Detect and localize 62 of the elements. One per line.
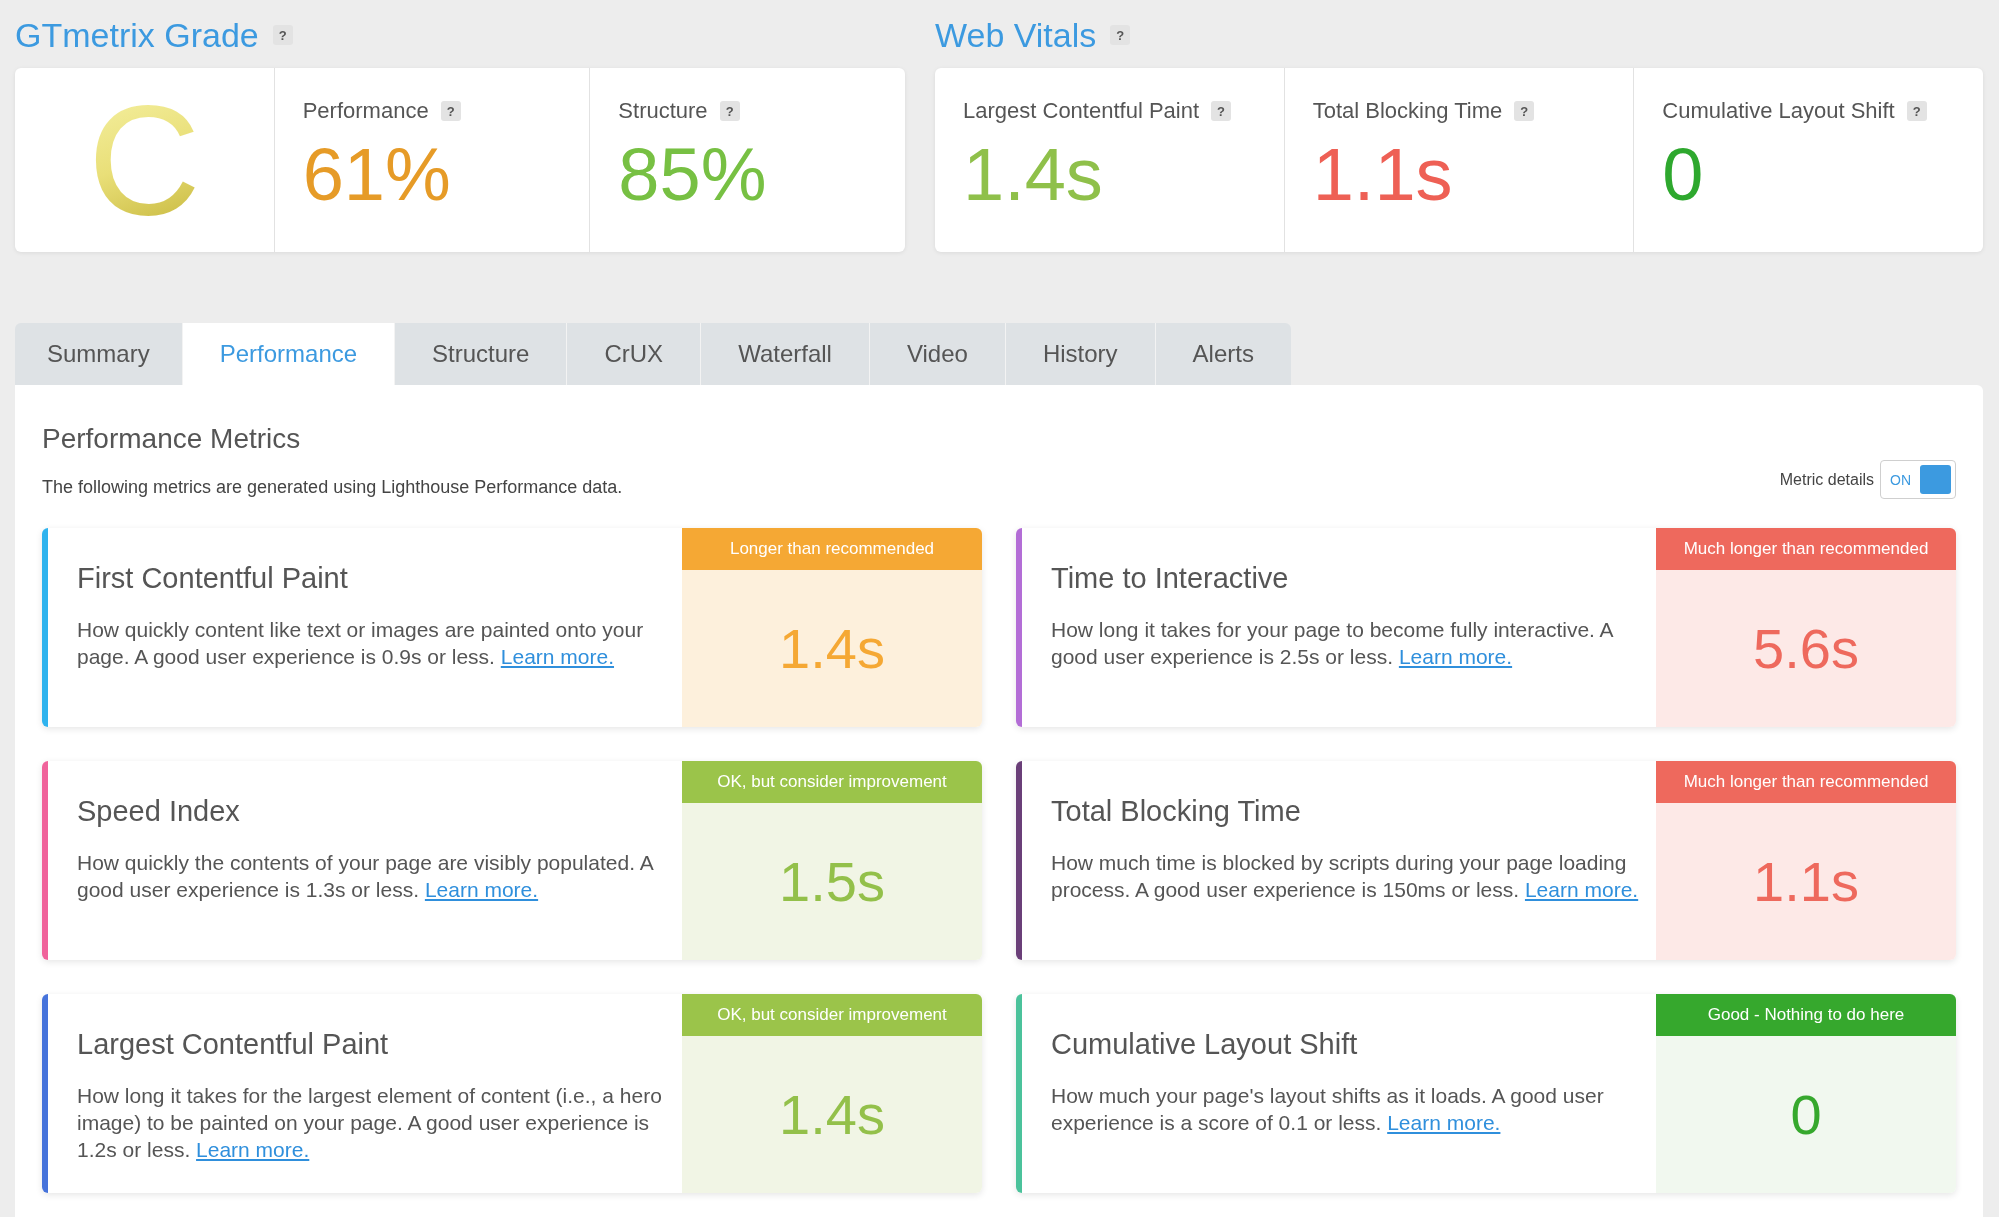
score-value: 1.1s	[1312, 136, 1453, 214]
score-label: Largest Contentful Paint	[963, 97, 1200, 125]
tab[interactable]: Waterfall	[700, 323, 869, 385]
metric-description: How quickly the contents of your page are visibly populated. A good user experience is 1.3s or less. Learn more.	[77, 850, 655, 903]
score-value: 61%	[302, 136, 451, 214]
metric-value: 0	[1790, 1083, 1822, 1146]
score-label: Structure	[618, 97, 708, 125]
metric-value: 1.1s	[1753, 850, 1859, 913]
tab[interactable]: Alerts	[1154, 323, 1291, 385]
tab[interactable]: CrUX	[566, 323, 701, 385]
metric-value: 1.4s	[779, 617, 885, 680]
metric-title: Largest Contentful Paint	[77, 1027, 390, 1061]
help-button[interactable]: ?	[272, 25, 293, 45]
help-button[interactable]: ?	[1110, 25, 1131, 45]
learn-more-link[interactable]: Learn more.	[500, 645, 614, 668]
metric-title: Cumulative Layout Shift	[1051, 1027, 1359, 1061]
help-button[interactable]: ?	[719, 101, 740, 121]
status-banner: OK, but consider improvement	[682, 761, 982, 803]
score-label: Performance	[302, 97, 429, 125]
status-banner: Much longer than recommended	[1656, 761, 1956, 803]
tab[interactable]: History	[1004, 323, 1155, 385]
metric-value: 1.4s	[779, 1083, 885, 1146]
help-button[interactable]: ?	[1906, 101, 1927, 121]
learn-more-link[interactable]: Learn more.	[196, 1138, 310, 1161]
metric-description: How long it takes for your page to become fully interactive. A good user experience is 2.5s or less. Learn more.	[1051, 617, 1614, 670]
metric-description: How long it takes for the largest element of content (i.e., a hero image) to be painted on your page. A good user experience is 1.2s or less. Learn more.	[77, 1083, 663, 1163]
status-banner: Longer than recommended	[682, 528, 982, 570]
tab[interactable]: Video	[868, 323, 1005, 385]
score-label: Cumulative Layout Shift	[1662, 97, 1895, 125]
metric-details-toggle[interactable]: ON	[1880, 460, 1956, 499]
panel-description: The following metrics are generated using Lighthouse Performance data.	[42, 476, 623, 499]
score-value: 1.4s	[963, 136, 1103, 214]
score-label: Total Blocking Time	[1312, 97, 1503, 125]
metric-description: How quickly content like text or images are painted onto your page. A good user experience is 0.9s or less. Learn more.	[77, 617, 645, 670]
metric-title: Time to Interactive	[1051, 561, 1290, 595]
metric-title: First Contentful Paint	[77, 561, 349, 595]
switch-knob-icon	[1920, 465, 1951, 494]
help-button[interactable]: ?	[1514, 101, 1535, 121]
status-banner: OK, but consider improvement	[682, 994, 982, 1036]
score-value: 0	[1662, 136, 1704, 214]
tab[interactable]: Performance	[181, 323, 395, 385]
tab[interactable]: Structure	[394, 323, 567, 385]
section-title: GTmetrix Grade	[15, 15, 259, 56]
learn-more-link[interactable]: Learn more.	[424, 878, 539, 901]
learn-more-link[interactable]: Learn more.	[1524, 878, 1639, 901]
status-banner: Much longer than recommended	[1656, 528, 1956, 570]
help-button[interactable]: ?	[1211, 101, 1232, 121]
metric-title: Total Blocking Time	[1051, 794, 1302, 828]
help-button[interactable]: ?	[440, 101, 461, 121]
status-banner: Good - Nothing to do here	[1656, 994, 1956, 1036]
metric-value: 5.6s	[1753, 617, 1859, 680]
toggle-label: Metric details	[1779, 470, 1874, 489]
learn-more-link[interactable]: Learn more.	[1398, 645, 1513, 668]
metric-value: 1.5s	[779, 850, 885, 913]
tab[interactable]: Summary	[15, 323, 182, 385]
metric-description: How much your page's layout shifts as it loads. A good user experience is a score of 0.1 or less. Learn more.	[1051, 1083, 1605, 1136]
score-value: 85%	[618, 136, 767, 214]
learn-more-link[interactable]: Learn more.	[1387, 1111, 1501, 1134]
metric-description: How much time is blocked by scripts during your page loading process. A good user experience is 150ms or less. Learn more.	[1051, 850, 1640, 903]
panel-title: Performance Metrics	[42, 422, 302, 456]
metric-title: Speed Index	[77, 794, 241, 828]
section-title: Web Vitals	[935, 15, 1097, 56]
